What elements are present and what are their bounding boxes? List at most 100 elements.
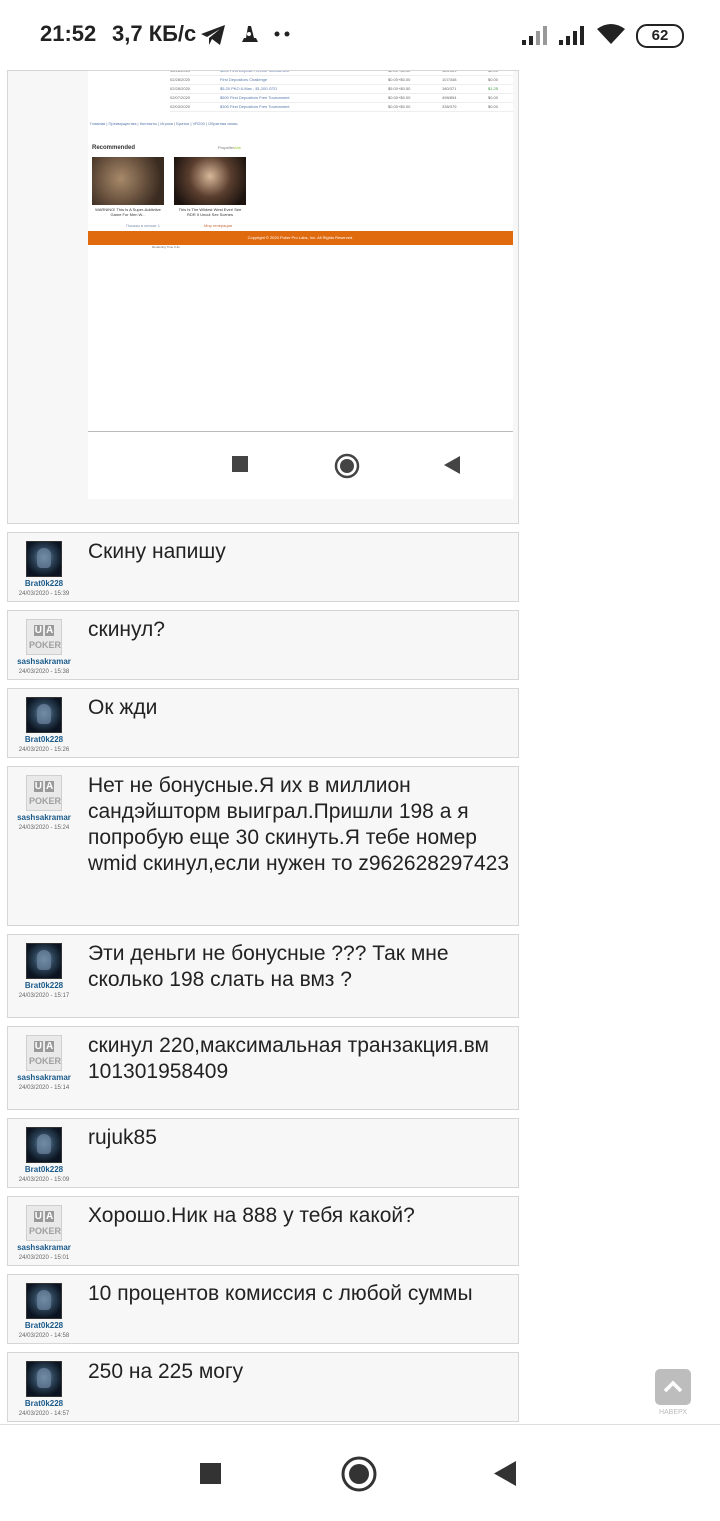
recommended-heading: Recommended <box>92 145 136 151</box>
table-cell-prize: $0.00 <box>488 71 498 73</box>
copyright-bar: Copyright © 2020 Poker Pro Labs, Inc. Al… <box>88 231 513 245</box>
ad-more-right[interactable]: Мир генерации <box>204 223 232 228</box>
home-button-icon[interactable] <box>340 1455 378 1493</box>
table-cell-date: 02/03/2020 <box>170 104 191 109</box>
post-author[interactable]: Brat0k228 <box>8 579 80 588</box>
post-author[interactable]: Brat0k228 <box>8 735 80 744</box>
table-row: 02/03/2020 $300 First Depositors Free Tou… <box>170 102 513 112</box>
logo-letter-u: U <box>33 781 43 792</box>
table-cell-prize: $1.25 <box>488 86 499 91</box>
post-message: Скину напишу <box>88 540 226 563</box>
post-date: 24/03/2020 - 15:09 <box>18 1177 70 1183</box>
logo-poker-text: POKER <box>29 1226 62 1236</box>
post-author[interactable]: Brat0k228 <box>8 1165 80 1174</box>
avatar[interactable] <box>26 1127 62 1163</box>
scroll-to-top-button[interactable] <box>655 1369 691 1405</box>
ad-network-label: PropellerAds <box>218 145 241 150</box>
recents-square-icon <box>232 456 248 472</box>
logo-letter-u: U <box>33 1211 43 1222</box>
ad-image-2[interactable] <box>174 157 246 205</box>
post-author[interactable]: sashsakramar <box>8 657 80 666</box>
post-card: Brat0k228 24/03/2020 - 15:26 Ок жди <box>7 688 519 758</box>
table-cell-desc: $500 First Deposit Freeroll Tournament <box>220 71 289 73</box>
logo-letter-u: U <box>33 625 43 636</box>
post-author[interactable]: sashsakramar <box>8 1243 80 1252</box>
post-message: Эти деньги не бонусные ??? Так мне сколь… <box>88 942 449 991</box>
post-author[interactable]: Brat0k228 <box>8 1399 80 1408</box>
logo-letter-a: A <box>45 1211 55 1222</box>
post-author[interactable]: Brat0k228 <box>8 981 80 990</box>
post-date: 24/03/2020 - 15:14 <box>18 1085 70 1091</box>
ad-network-accent: Ads <box>234 145 241 150</box>
ad-more-left[interactable]: Показы в списке 1 <box>126 223 160 228</box>
post-author[interactable]: Brat0k228 <box>8 1321 80 1330</box>
logo-letter-a: A <box>45 1041 55 1052</box>
ad-caption-1[interactable]: WARNING! This Is A Super-Addictive Game … <box>92 207 164 217</box>
logo-poker-text: POKER <box>29 796 62 806</box>
table-cell-desc: $5.20 PKO 6-Max - $1,200 GTD <box>220 86 278 91</box>
post-date: 24/03/2020 - 15:26 <box>18 747 70 753</box>
post-card: U A POKER sashsakramar 24/03/2020 - 15:38 ски… <box>7 610 519 680</box>
avatar[interactable]: U A POKER <box>26 619 62 655</box>
status-bar: 21:52 3,7 КБ/с 62 <box>0 0 720 70</box>
wifi-icon <box>597 24 625 44</box>
table-cell-desc: First Depositors Challenge <box>220 77 268 82</box>
logo-letter-a: A <box>45 625 55 636</box>
post-message: Нет не бонусные.Я их в миллион сандэйшто… <box>88 774 510 875</box>
avatar[interactable] <box>26 541 62 577</box>
footer-links: Главная | Преимущества | Контакты | Игро… <box>90 121 238 126</box>
avatar[interactable] <box>26 943 62 979</box>
post-date: 24/03/2020 - 15:01 <box>18 1255 70 1261</box>
table-cell-date: 02/28/2020 <box>170 86 191 91</box>
post-message: 10 процентов комиссия с любой суммы <box>88 1282 473 1305</box>
table-cell-stake: $0.00+$0.00 <box>388 104 411 109</box>
post-card: U A POKER sashsakramar 24/03/2020 - 15:01 Хор… <box>7 1196 519 1266</box>
back-button-icon[interactable] <box>493 1460 517 1487</box>
table-cell-prize: $0.00 <box>488 95 499 100</box>
post-card: U A POKER sashsakramar 24/03/2020 - 15:24 Нет… <box>7 766 519 926</box>
table-cell-date: 02/28/2020 <box>170 71 190 73</box>
avatar[interactable] <box>26 697 62 733</box>
ad-caption-2[interactable]: This Is The Wildest West Ever! See RDR I… <box>174 207 246 217</box>
status-network-speed: 3,7 КБ/с <box>112 21 197 46</box>
avatar[interactable]: U A POKER <box>26 775 62 811</box>
battery-indicator: 62 <box>636 24 684 48</box>
post-card: Brat0k228 24/03/2020 - 15:39 Скину напишу <box>7 532 519 602</box>
post-card: Brat0k228 24/03/2020 - 15:17 Эти деньги не… <box>7 934 519 1018</box>
post-date: 24/03/2020 - 15:24 <box>18 825 70 831</box>
table-cell-prize: $0.00 <box>488 77 499 82</box>
signal-icon-2 <box>559 26 584 45</box>
ad-network-name: Propeller <box>218 145 235 150</box>
post-card: Brat0k228 24/03/2020 - 14:58 10 процентов … <box>7 1274 519 1344</box>
post-date: 24/03/2020 - 14:58 <box>18 1333 70 1339</box>
table-cell-stake: $5.00+$0.50 <box>388 86 411 91</box>
table-cell-date: 02/07/2020 <box>170 95 191 100</box>
avatar[interactable]: U A POKER <box>26 1035 62 1071</box>
table-cell-stake: $0.00+$0.00 <box>388 77 411 82</box>
avatar[interactable]: U A POKER <box>26 1205 62 1241</box>
back-triangle-icon <box>444 456 460 474</box>
recents-button-icon[interactable] <box>199 1462 222 1485</box>
topic-content[interactable]: 03/03/2020$500 First Deposit Freeroll To… <box>0 70 720 1422</box>
table-cell-desc: $500 First Depositors Free Tournament <box>220 95 290 100</box>
post-author[interactable]: sashsakramar <box>8 813 80 822</box>
avatar[interactable] <box>26 1361 62 1397</box>
post-with-screenshot: 03/03/2020$500 First Deposit Freeroll To… <box>7 70 519 524</box>
post-date: 24/03/2020 - 15:38 <box>18 669 70 675</box>
avatar[interactable] <box>26 1283 62 1319</box>
post-message: скинул? <box>88 618 165 641</box>
table-cell-place: 180/371 <box>442 86 457 91</box>
post-card: U A POKER sashsakramar 24/03/2020 - 15:14 ски… <box>7 1026 519 1110</box>
post-message: Хорошо.Ник на 888 у тебя какой? <box>88 1204 415 1227</box>
telegram-icon <box>201 25 225 45</box>
post-author[interactable]: sashsakramar <box>8 1073 80 1082</box>
ad-image-1[interactable] <box>92 157 164 205</box>
post-date: 24/03/2020 - 15:39 <box>18 591 70 597</box>
table-cell-stake: $0.00+$0.00 <box>388 95 411 100</box>
table-cell-place: 498/894 <box>442 95 457 100</box>
logo-letter-a: A <box>45 781 55 792</box>
attached-screenshot[interactable]: 03/03/2020$500 First Deposit Freeroll To… <box>88 71 513 499</box>
table-cell-place: 338/379 <box>442 104 457 109</box>
post-card: Brat0k228 24/03/2020 - 14:57 250 на 225 мо… <box>7 1352 519 1422</box>
post-message: 250 на 225 могу <box>88 1360 244 1383</box>
